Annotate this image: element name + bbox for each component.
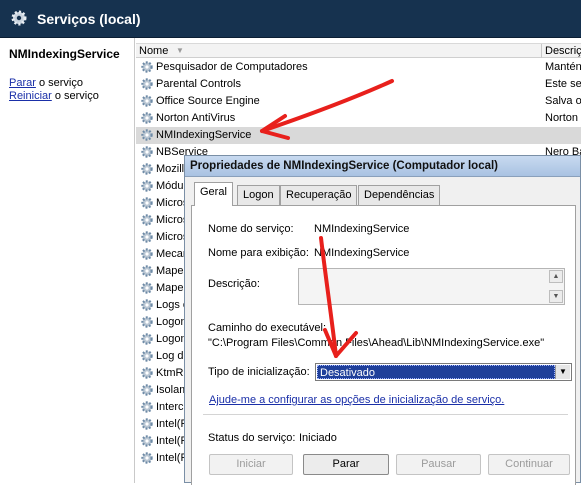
selected-service-name: NMIndexingService <box>9 47 120 61</box>
description-box[interactable]: ▲ ▼ <box>298 268 565 305</box>
path-label: Caminho do executável: <box>208 322 327 334</box>
service-status-label: Status do serviço: <box>208 432 296 444</box>
service-gear-icon <box>141 197 153 209</box>
service-status-value: Iniciado <box>299 432 337 444</box>
stop-action: Parar o serviço <box>9 77 83 89</box>
tab-logon[interactable]: Logon <box>237 185 280 205</box>
service-gear-icon <box>141 333 153 345</box>
service-gear-icon <box>141 231 153 243</box>
chevron-down-icon[interactable]: ▼ <box>555 365 570 379</box>
path-value: "C:\Program Files\Common Files\Ahead\Lib… <box>208 337 545 349</box>
stop-service-link[interactable]: Parar <box>9 77 36 89</box>
service-gear-icon <box>141 214 153 226</box>
service-gear-icon <box>141 180 153 192</box>
stop-action-text: o serviço <box>35 77 83 89</box>
service-row-name: Office Source Engine <box>156 95 260 107</box>
service-gear-icon <box>141 299 153 311</box>
column-header-name[interactable]: Nome <box>139 45 168 57</box>
startup-type-label: Tipo de inicialização: <box>208 366 310 378</box>
service-row-name: Parental Controls <box>156 78 241 90</box>
service-gear-icon <box>141 146 153 158</box>
display-name-label: Nome para exibição: <box>208 247 309 259</box>
service-name-value: NMIndexingService <box>314 223 410 235</box>
startup-help-link[interactable]: Ajude-me a configurar as opções de inici… <box>209 394 504 406</box>
divider <box>203 414 568 415</box>
service-gear-icon <box>141 282 153 294</box>
column-header-description[interactable]: Descriç <box>545 45 581 57</box>
restart-action: Reiniciar o serviço <box>9 90 99 102</box>
service-row-name: Pesquisador de Computadores <box>156 61 308 73</box>
service-row-name: Logon <box>156 333 187 345</box>
service-gear-icon <box>141 61 153 73</box>
service-row-name: NMIndexingService <box>156 129 252 141</box>
restart-action-text: o serviço <box>51 90 99 102</box>
service-row-name: Intel(F <box>156 418 188 430</box>
service-row-description: Este se <box>545 78 581 90</box>
service-row[interactable]: NMIndexingService <box>136 127 581 144</box>
pause-button[interactable]: Pausar <box>396 454 481 475</box>
list-header: Nome ▼ Descriç <box>136 43 581 58</box>
stop-button[interactable]: Parar <box>303 454 389 475</box>
general-tab-panel: Nome do serviço: NMIndexingService Nome … <box>191 205 576 485</box>
service-row-name: Intel(F <box>156 435 188 447</box>
tab-geral[interactable]: Geral <box>194 182 233 206</box>
left-pane: NMIndexingService Parar o serviço Reinic… <box>0 38 135 483</box>
startup-type-select[interactable]: Desativado ▼ <box>315 363 572 381</box>
tab-recuperacao[interactable]: Recuperação <box>280 185 358 205</box>
gear-icon <box>11 10 27 26</box>
service-gear-icon <box>141 163 153 175</box>
service-gear-icon <box>141 78 153 90</box>
service-row[interactable]: Parental Controls Este se <box>136 76 581 93</box>
service-gear-icon <box>141 95 153 107</box>
service-row-name: KtmRr <box>156 367 188 379</box>
display-name-value: NMIndexingService <box>314 247 410 259</box>
service-name-label: Nome do serviço: <box>208 223 294 235</box>
service-row-description: Norton <box>545 112 579 124</box>
service-row-description: Salva o <box>545 95 581 107</box>
continue-button[interactable]: Continuar <box>488 454 570 475</box>
dialog-titlebar[interactable]: Propriedades de NMIndexingService (Compu… <box>185 156 580 177</box>
service-gear-icon <box>141 367 153 379</box>
start-button[interactable]: Iniciar <box>209 454 293 475</box>
dialog-title: Propriedades de NMIndexingService (Compu… <box>190 160 499 172</box>
scroll-up-icon[interactable]: ▲ <box>549 270 563 283</box>
service-gear-icon <box>141 384 153 396</box>
snapin-header: Serviços (local) <box>0 0 581 38</box>
service-gear-icon <box>141 129 153 141</box>
service-gear-icon <box>141 248 153 260</box>
service-gear-icon <box>141 435 153 447</box>
service-row-name: Intel(F <box>156 452 188 464</box>
properties-dialog: Propriedades de NMIndexingService (Compu… <box>184 155 581 485</box>
service-row[interactable]: Pesquisador de Computadores Mantén <box>136 59 581 76</box>
service-row-name: Logon <box>156 316 187 328</box>
service-gear-icon <box>141 112 153 124</box>
service-row-name: Interc <box>156 401 184 413</box>
service-gear-icon <box>141 265 153 277</box>
scroll-down-icon[interactable]: ▼ <box>549 290 563 303</box>
service-row-name: Norton AntiVirus <box>156 112 236 124</box>
service-gear-icon <box>141 418 153 430</box>
service-row-description: Mantén <box>545 61 581 73</box>
service-gear-icon <box>141 452 153 464</box>
service-row[interactable]: Norton AntiVirus Norton <box>136 110 581 127</box>
tab-dependencias[interactable]: Dependências <box>358 185 441 205</box>
description-label: Descrição: <box>208 278 260 290</box>
startup-type-value: Desativado <box>317 365 555 379</box>
service-gear-icon <box>141 401 153 413</box>
sort-arrow-icon: ▼ <box>176 46 184 55</box>
service-gear-icon <box>141 350 153 362</box>
service-row-name: Módul <box>156 180 186 192</box>
restart-service-link[interactable]: Reiniciar <box>9 90 52 102</box>
service-gear-icon <box>141 316 153 328</box>
header-title: Serviços (local) <box>37 11 141 27</box>
column-divider[interactable] <box>541 44 542 58</box>
service-row[interactable]: Office Source Engine Salva o <box>136 93 581 110</box>
